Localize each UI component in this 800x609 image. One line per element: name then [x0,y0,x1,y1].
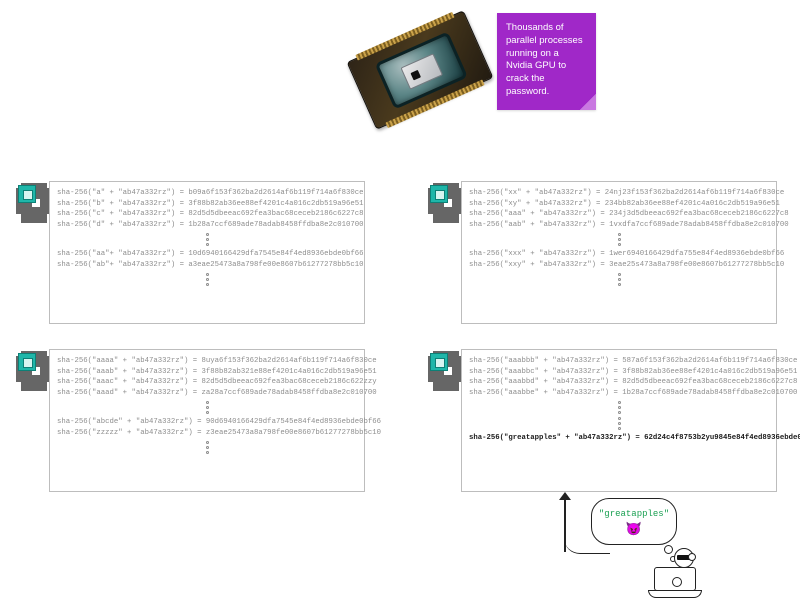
hash-line: sha-256("aaabbd" + "ab47a332rz") = 82d5d… [469,377,769,388]
ellipsis-icon [57,401,357,414]
ellipsis-icon [469,417,769,430]
cpu-chip-icon [18,353,36,371]
hash-match-line: sha-256("greatapples" + "ab47a332rz") = … [469,433,769,444]
hash-line: sha-256("xx" + "ab47a332rz") = 24nj23f15… [469,188,769,199]
hash-line: sha-256("aaaa" + "ab47a332rz") = 8uya6f1… [57,356,357,367]
hacker-head-icon [674,548,694,568]
process-box-1: sha-256("a" + "ab47a332rz") = b09a6f153f… [49,181,365,324]
hacker-illustration [634,545,714,600]
ellipsis-icon [57,273,357,286]
laptop-base-icon [648,590,702,598]
process-box-4: sha-256("aaabbb" + "ab47a332rz") = 587a6… [461,349,777,492]
sticky-note: Thousands of parallel processes running … [497,13,596,110]
hash-line: sha-256("ab"+ "ab47a332rz") = a3eae25473… [57,260,357,271]
hash-line: sha-256("xxx" + "ab47a332rz") = 1wer6940… [469,249,769,260]
cpu-chip-icon [430,185,448,203]
process-box-3: sha-256("aaaa" + "ab47a332rz") = 8uya6f1… [49,349,365,492]
laptop-icon [654,567,696,591]
hash-line: sha-256("aaabbc" + "ab47a332rz") = 3f88b… [469,367,769,378]
sticky-note-text: Thousands of parallel processes running … [506,22,583,97]
gpu-device [358,8,482,132]
ellipsis-icon [57,441,357,454]
ellipsis-icon [469,233,769,246]
cracked-password-text: "greatapples" [599,509,669,519]
hash-line: sha-256("b" + "ab47a332rz") = 3f88b82ab3… [57,199,357,210]
hash-line: sha-256("a" + "ab47a332rz") = b09a6f153f… [57,188,357,199]
ellipsis-icon [57,233,357,246]
hash-line: sha-256("aaab" + "ab47a332rz") = 3f88b82… [57,367,357,378]
cpu-chip-icon [430,353,448,371]
hash-line: sha-256("xy" + "ab47a332rz") = 234bb82ab… [469,199,769,210]
gpu-pcb [346,10,493,130]
hash-line: sha-256("aaabbe" + "ab47a332rz") = 1b28a… [469,388,769,399]
ellipsis-icon [469,401,769,414]
hash-line: sha-256("c" + "ab47a332rz") = 82d5d5dbee… [57,209,357,220]
hash-line: sha-256("d" + "ab47a332rz") = 1b28a7ccf6… [57,220,357,231]
hash-line: sha-256("aab" + "ab47a332rz") = 1vxdfa7c… [469,220,769,231]
hash-line: sha-256("aa"+ "ab47a332rz") = 10d6940166… [57,249,357,260]
arrow-icon [553,490,577,554]
ellipsis-icon [469,273,769,286]
cpu-chip-icon [18,185,36,203]
hash-line: sha-256("zzzzz" + "ab47a332rz") = z3eae2… [57,428,357,439]
hash-line: sha-256("aaad" + "ab47a332rz") = za28a7c… [57,388,357,399]
hash-line: sha-256("aaabbb" + "ab47a332rz") = 587a6… [469,356,769,367]
thought-bubble: "greatapples" 😈 [591,498,677,545]
hash-line: sha-256("aaac" + "ab47a332rz") = 82d5d5d… [57,377,357,388]
devil-face-icon: 😈 [626,522,642,535]
hash-line: sha-256("abcde" + "ab47a332rz") = 90d694… [57,417,357,428]
hash-line: sha-256("xxy" + "ab47a332rz") = 3eae25s4… [469,260,769,271]
hash-line: sha-256("aaa" + "ab47a332rz") = 234j3d5d… [469,209,769,220]
process-box-2: sha-256("xx" + "ab47a332rz") = 24nj23f15… [461,181,777,324]
